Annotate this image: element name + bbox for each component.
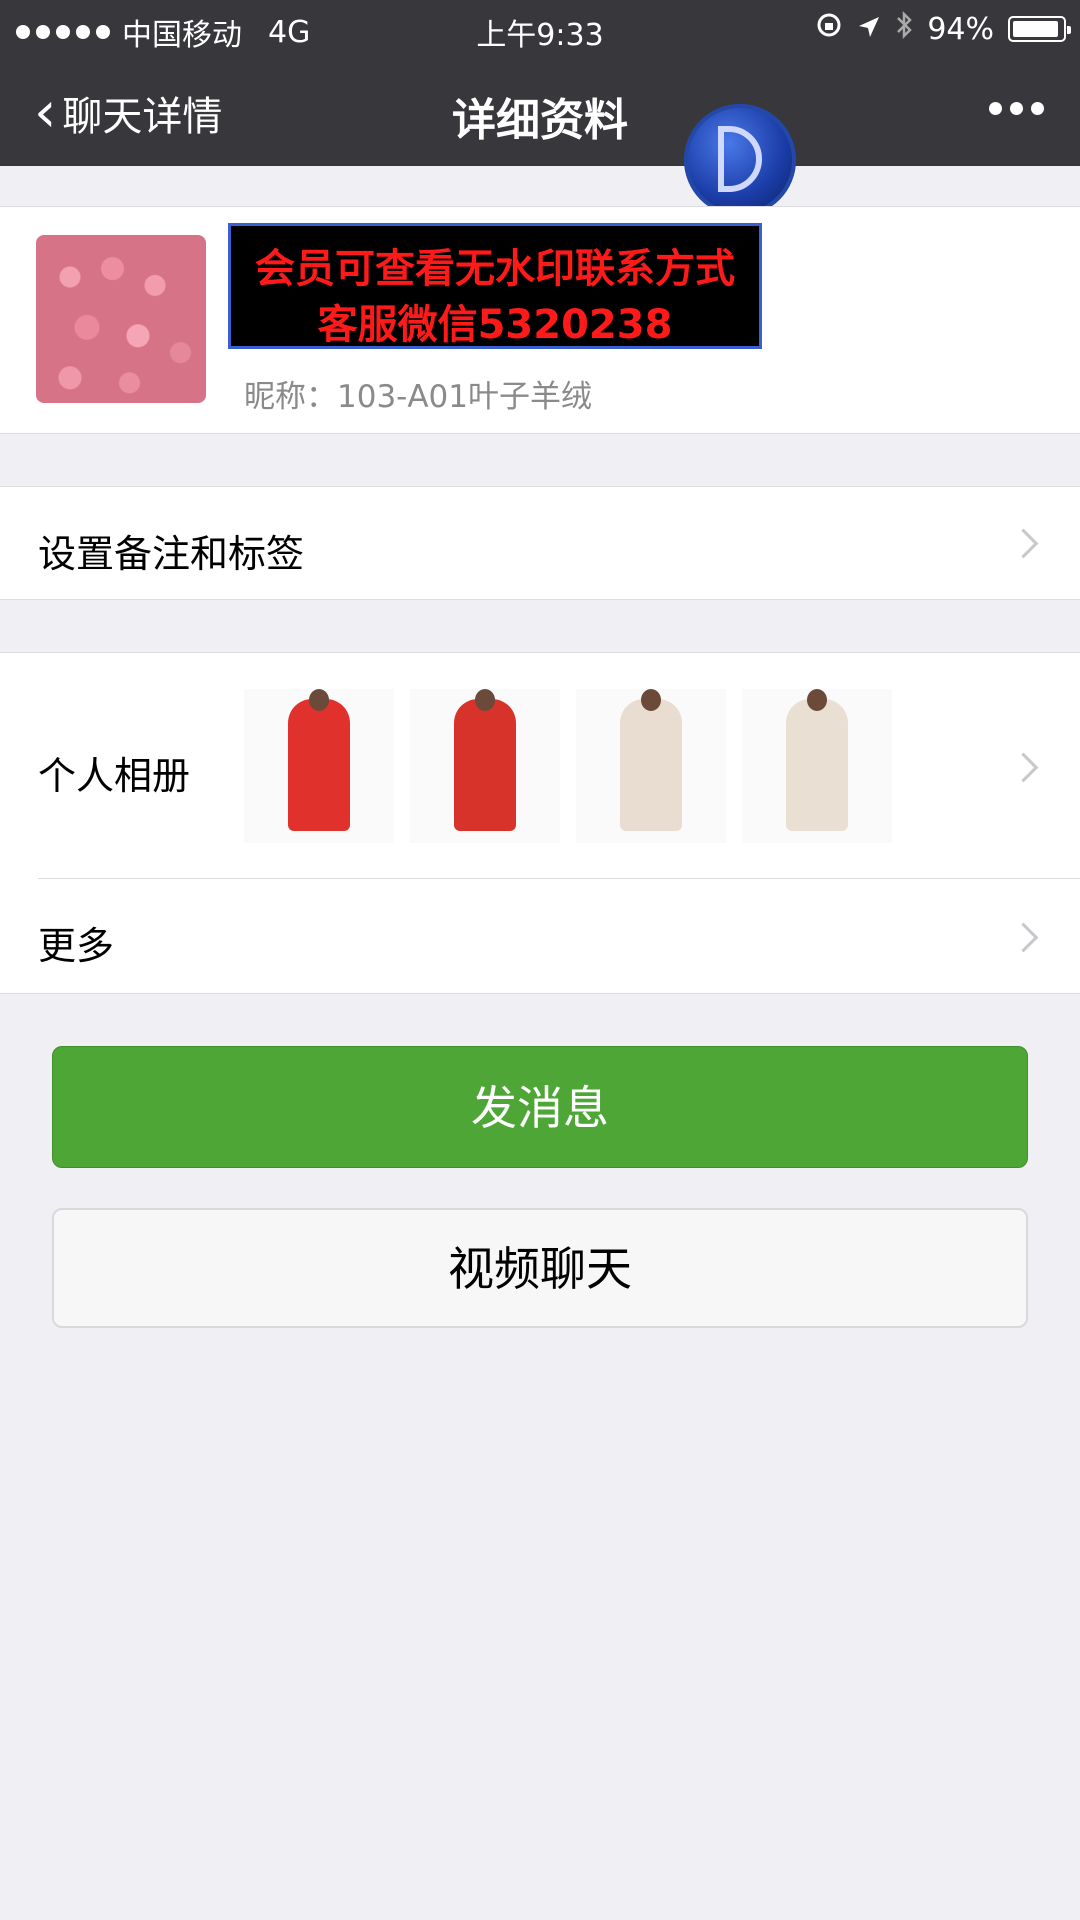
album-photo[interactable] [410,689,560,843]
album-photo[interactable] [576,689,726,843]
set-remark-and-tags-cell[interactable]: 设置备注和标签 [0,486,1080,600]
watermark-logo [684,104,796,216]
chevron-right-icon [1008,528,1039,559]
battery-level-fill [1013,21,1058,37]
video-chat-button[interactable]: 视频聊天 [52,1208,1028,1328]
album-photo[interactable] [244,689,394,843]
battery-percent: 94% [927,11,994,47]
chevron-right-icon [1008,752,1039,783]
top-bar: 中国移动 4G 上午9:33 94% ‹ 聊天详情 详细资料 [0,0,1080,216]
more-options-button[interactable] [989,102,1044,115]
nickname: 昵称：103-A01叶子羊绒 [244,379,593,415]
page-title: 详细资料 [452,95,628,146]
chevron-right-icon [1008,922,1039,953]
bluetooth-icon [895,10,913,48]
status-bar: 中国移动 4G 上午9:33 94% [0,0,1080,56]
battery-icon [1008,16,1071,42]
avatar[interactable] [36,235,206,403]
more-label: 更多 [38,924,115,968]
profile-card: 会员可查看无水印联系方式 客服微信5320238 昵称：103-A01叶子羊绒 [0,206,1080,434]
album-photo[interactable] [742,689,892,843]
status-right: 94% [815,10,1071,48]
coat-image [288,699,350,831]
personal-album-label: 个人相册 [38,754,191,798]
more-cell[interactable]: 更多 [0,879,1080,993]
watermark-text-line2: 客服微信5320238 [317,302,673,348]
coat-image [454,699,516,831]
send-message-button[interactable]: 发消息 [52,1046,1028,1168]
navigation-bar: ‹ 聊天详情 详细资料 [0,56,1080,216]
set-remark-label: 设置备注和标签 [38,532,305,576]
album-group: 个人相册 更多 [0,652,1080,994]
personal-album-cell[interactable]: 个人相册 [0,653,1080,879]
watermark-text-line1: 会员可查看无水印联系方式 [255,246,735,292]
location-arrow-icon [857,12,881,47]
rotation-lock-icon [815,11,843,47]
watermark-overlay: 会员可查看无水印联系方式 客服微信5320238 [228,223,762,349]
coat-image [620,699,682,831]
coat-image [786,699,848,831]
